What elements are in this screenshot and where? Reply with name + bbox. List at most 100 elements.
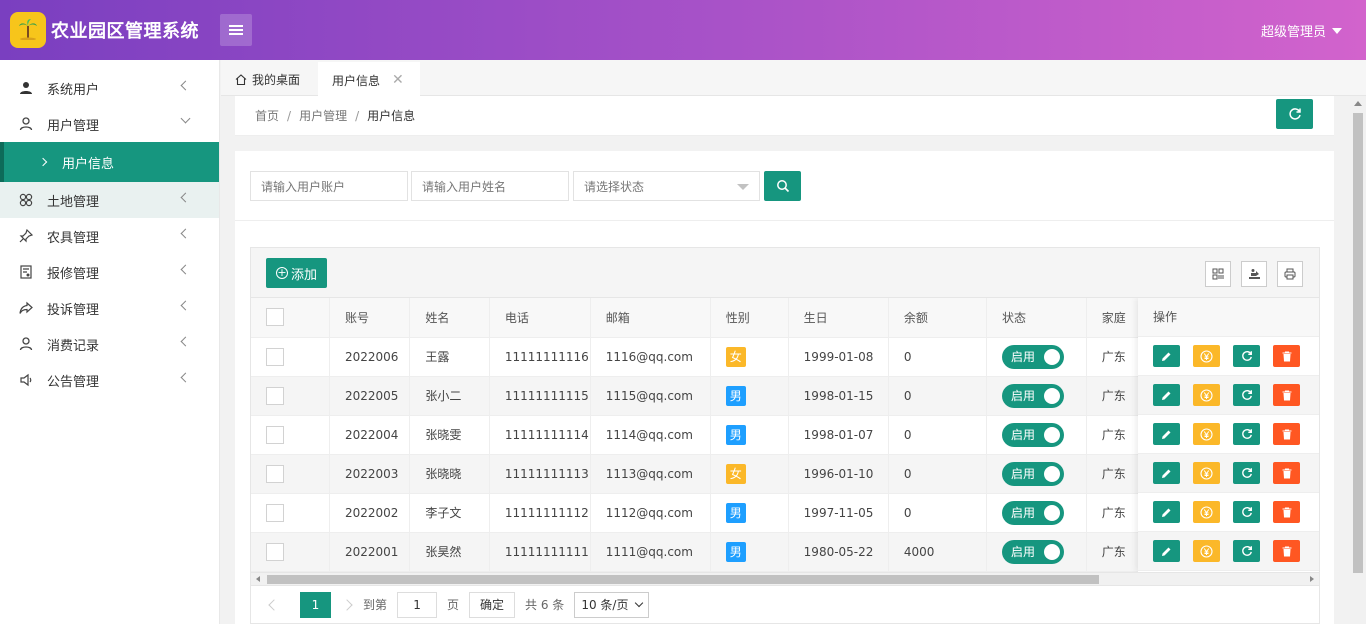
scroll-right-icon[interactable] — [1310, 576, 1314, 582]
sidebar-item-system-users[interactable]: 系统用户 — [0, 70, 219, 106]
edit-button[interactable] — [1153, 345, 1180, 367]
sidebar-item-tool-management[interactable]: 农具管理 — [0, 218, 219, 254]
recharge-button[interactable] — [1193, 540, 1220, 562]
breadcrumb-home[interactable]: 首页 — [255, 109, 279, 123]
status-toggle[interactable]: 启用 — [1001, 383, 1064, 408]
refresh-button[interactable] — [1276, 99, 1313, 129]
email-cell: 1116@qq.com — [590, 337, 711, 377]
goto-confirm-button[interactable]: 确定 — [469, 591, 516, 618]
delete-button[interactable] — [1273, 345, 1300, 367]
sidebar-item-repair-management[interactable]: 报修管理 — [0, 254, 219, 290]
sidebar-item-user-info[interactable]: 用户信息 — [0, 142, 219, 182]
status-toggle[interactable]: 启用 — [1001, 422, 1064, 447]
account-cell: 2022003 — [329, 454, 411, 494]
delete-button[interactable] — [1273, 462, 1300, 484]
edit-button[interactable] — [1153, 462, 1180, 484]
export-button[interactable] — [1241, 261, 1267, 287]
edit-button[interactable] — [1153, 423, 1180, 445]
status-toggle[interactable]: 启用 — [1001, 344, 1064, 369]
page-tabs: 我的桌面 用户信息 ✕ — [221, 60, 1366, 96]
row-checkbox[interactable] — [266, 425, 284, 444]
vertical-scrollbar[interactable] — [1350, 96, 1366, 624]
column-header: 电话 — [489, 298, 591, 338]
scrollbar-thumb[interactable] — [1353, 113, 1363, 573]
reset-password-button[interactable] — [1233, 423, 1260, 445]
delete-button[interactable] — [1273, 423, 1300, 445]
close-icon[interactable]: ✕ — [392, 72, 404, 88]
goto-page-input[interactable]: 1 — [397, 591, 438, 618]
status-label: 启用 — [1010, 467, 1035, 481]
delete-button[interactable] — [1273, 384, 1300, 406]
sidebar-item-notice-management[interactable]: 公告管理 — [0, 362, 219, 398]
scrollbar-thumb[interactable] — [267, 575, 1099, 584]
reset-password-button[interactable] — [1233, 540, 1260, 562]
delete-button[interactable] — [1273, 501, 1300, 523]
home-cell: 广东 — [1086, 532, 1146, 572]
sidebar-item-complaint-management[interactable]: 投诉管理 — [0, 290, 219, 326]
columns-filter-button[interactable] — [1205, 261, 1231, 287]
prev-page-icon[interactable] — [268, 598, 280, 611]
tab-home[interactable]: 我的桌面 — [235, 62, 300, 96]
delete-button[interactable] — [1273, 540, 1300, 562]
recharge-button[interactable] — [1193, 462, 1220, 484]
flower-icon — [18, 192, 34, 208]
phone-cell: 11111111113 — [489, 454, 591, 494]
pencil-icon — [1162, 391, 1171, 400]
scroll-left-icon[interactable] — [256, 576, 260, 582]
edit-button[interactable] — [1153, 501, 1180, 523]
sidebar-item-user-management[interactable]: 用户管理 — [0, 106, 219, 142]
row-checkbox[interactable] — [266, 347, 284, 366]
reset-password-button[interactable] — [1233, 384, 1260, 406]
row-checkbox[interactable] — [266, 464, 284, 483]
recharge-button[interactable] — [1193, 423, 1220, 445]
horizontal-scrollbar[interactable] — [250, 572, 1320, 586]
recharge-button[interactable] — [1193, 384, 1220, 406]
home-cell: 广东 — [1086, 415, 1146, 455]
breadcrumb-parent[interactable]: 用户管理 — [299, 109, 347, 123]
pin-icon — [18, 228, 34, 244]
print-button[interactable] — [1277, 261, 1303, 287]
status-toggle[interactable]: 启用 — [1001, 500, 1064, 525]
column-header: 余额 — [888, 298, 987, 338]
row-checkbox[interactable] — [266, 386, 284, 405]
reset-password-button[interactable] — [1233, 501, 1260, 523]
select-all-checkbox[interactable] — [266, 308, 284, 327]
current-page[interactable]: 1 — [300, 591, 331, 618]
refresh-icon — [1241, 428, 1252, 439]
chevron-down-icon — [635, 598, 644, 607]
search-button[interactable] — [764, 171, 801, 201]
sidebar-item-consumption-records[interactable]: 消费记录 — [0, 326, 219, 362]
share-icon — [18, 300, 34, 316]
recharge-button[interactable] — [1193, 501, 1220, 523]
status-toggle[interactable]: 启用 — [1001, 539, 1064, 564]
row-checkbox[interactable] — [266, 542, 284, 561]
name-cell: 张晓晓 — [409, 454, 490, 494]
user-table: 账号 姓名 电话 邮箱 性别 生日 余额 状态 家庭 2022006 王露 1111… — [250, 298, 1320, 572]
next-page-icon[interactable] — [341, 598, 353, 611]
trash-icon — [1282, 545, 1291, 556]
user-menu[interactable]: 超级管理员 — [1261, 21, 1342, 40]
add-user-button[interactable]: + 添加 — [266, 258, 327, 288]
row-checkbox[interactable] — [266, 503, 284, 522]
select-cell — [251, 376, 330, 416]
tab-user-info[interactable]: 用户信息 ✕ — [318, 62, 420, 96]
select-cell — [251, 493, 330, 533]
scroll-up-icon[interactable] — [1354, 101, 1362, 106]
status-toggle[interactable]: 启用 — [1001, 461, 1064, 486]
edit-button[interactable] — [1153, 384, 1180, 406]
edit-button[interactable] — [1153, 540, 1180, 562]
menu-toggle-button[interactable] — [220, 14, 252, 46]
name-search-input[interactable]: 请输入用户姓名 — [411, 171, 569, 201]
recharge-button[interactable] — [1193, 345, 1220, 367]
status-select[interactable]: 请选择状态 — [573, 171, 760, 201]
reset-password-button[interactable] — [1233, 345, 1260, 367]
sidebar-item-label: 报修管理 — [47, 266, 100, 282]
logo: 农业园区管理系统 — [10, 12, 199, 48]
account-search-input[interactable]: 请输入用户账户 — [250, 171, 408, 201]
email-cell: 1115@qq.com — [590, 376, 711, 416]
phone-cell: 11111111111 — [489, 532, 591, 572]
sidebar-item-land-management[interactable]: 土地管理 — [0, 182, 219, 218]
reset-password-button[interactable] — [1233, 462, 1260, 484]
email-cell: 1112@qq.com — [590, 493, 711, 533]
page-size-select[interactable]: 10 条/页 — [574, 591, 650, 618]
